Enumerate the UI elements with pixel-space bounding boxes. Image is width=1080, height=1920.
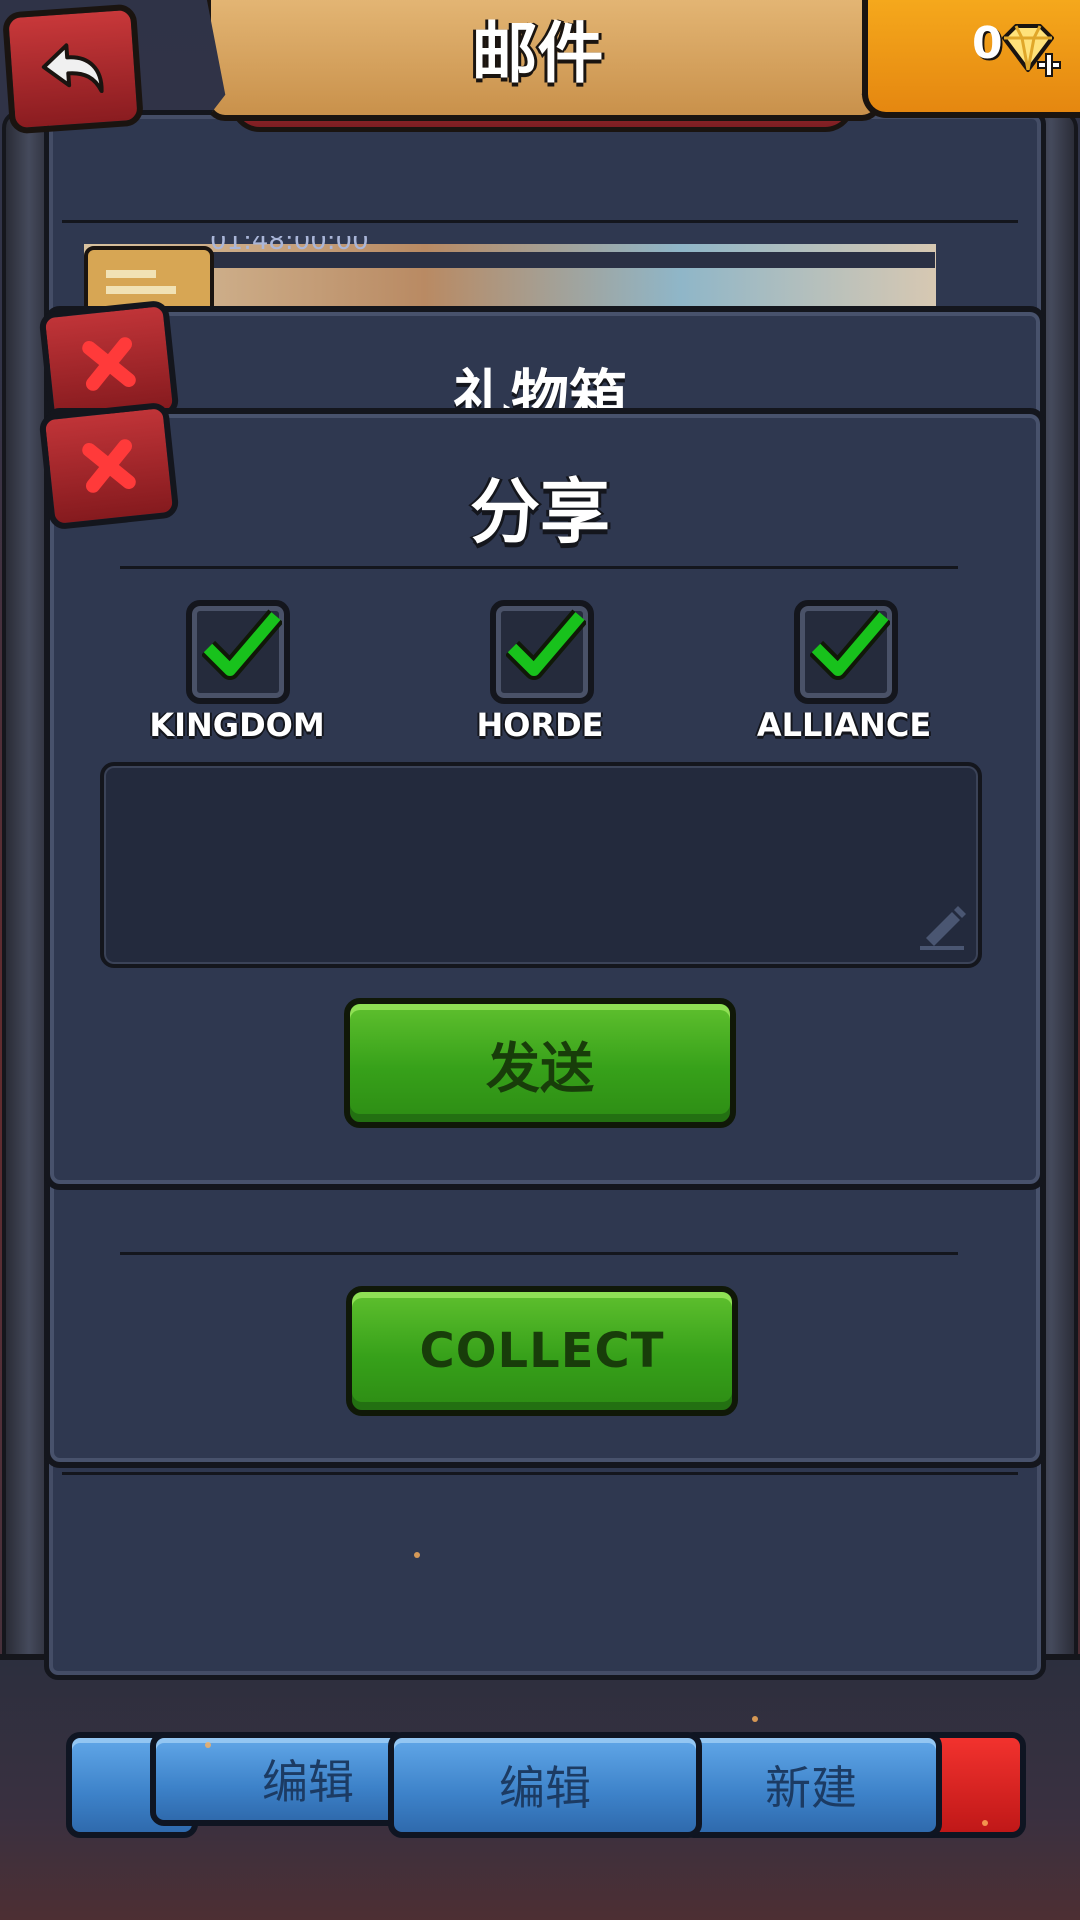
close-icon xyxy=(82,337,136,391)
mail-time-bar xyxy=(200,252,935,268)
divider xyxy=(62,220,1018,223)
alliance-label: ALLIANCE xyxy=(756,706,932,744)
check-icon xyxy=(810,609,890,680)
horde-checkbox[interactable] xyxy=(490,600,594,704)
check-icon xyxy=(202,609,282,680)
send-button[interactable]: 发送 xyxy=(344,998,736,1128)
page-title: 邮件 xyxy=(471,14,604,92)
ember-spark xyxy=(752,1716,758,1722)
diamond-plus-icon[interactable] xyxy=(996,22,1064,84)
divider xyxy=(120,566,958,569)
divider xyxy=(62,1472,1018,1475)
alliance-checkbox[interactable] xyxy=(794,600,898,704)
kingdom-label: KINGDOM xyxy=(149,706,325,744)
ember-spark xyxy=(205,1742,211,1748)
edit-button-center[interactable]: 编辑 xyxy=(388,1732,702,1838)
share-title: 分享 xyxy=(470,471,610,553)
horde-label: HORDE xyxy=(476,706,604,744)
ember-spark xyxy=(414,1552,420,1558)
mail-time: 01:48:00:00 xyxy=(210,236,369,254)
new-mail-button[interactable]: 新建 xyxy=(680,1732,942,1838)
ember-spark xyxy=(982,1820,988,1826)
share-message-input[interactable] xyxy=(100,762,982,968)
pencil-icon xyxy=(920,906,966,950)
kingdom-checkbox[interactable] xyxy=(186,600,290,704)
back-arrow-icon xyxy=(41,43,104,94)
back-button[interactable] xyxy=(1,3,145,135)
edit-button-left[interactable]: 编辑 xyxy=(150,1732,410,1826)
collect-button[interactable]: COLLECT xyxy=(346,1286,738,1416)
check-icon xyxy=(506,609,586,680)
divider xyxy=(120,1252,958,1255)
